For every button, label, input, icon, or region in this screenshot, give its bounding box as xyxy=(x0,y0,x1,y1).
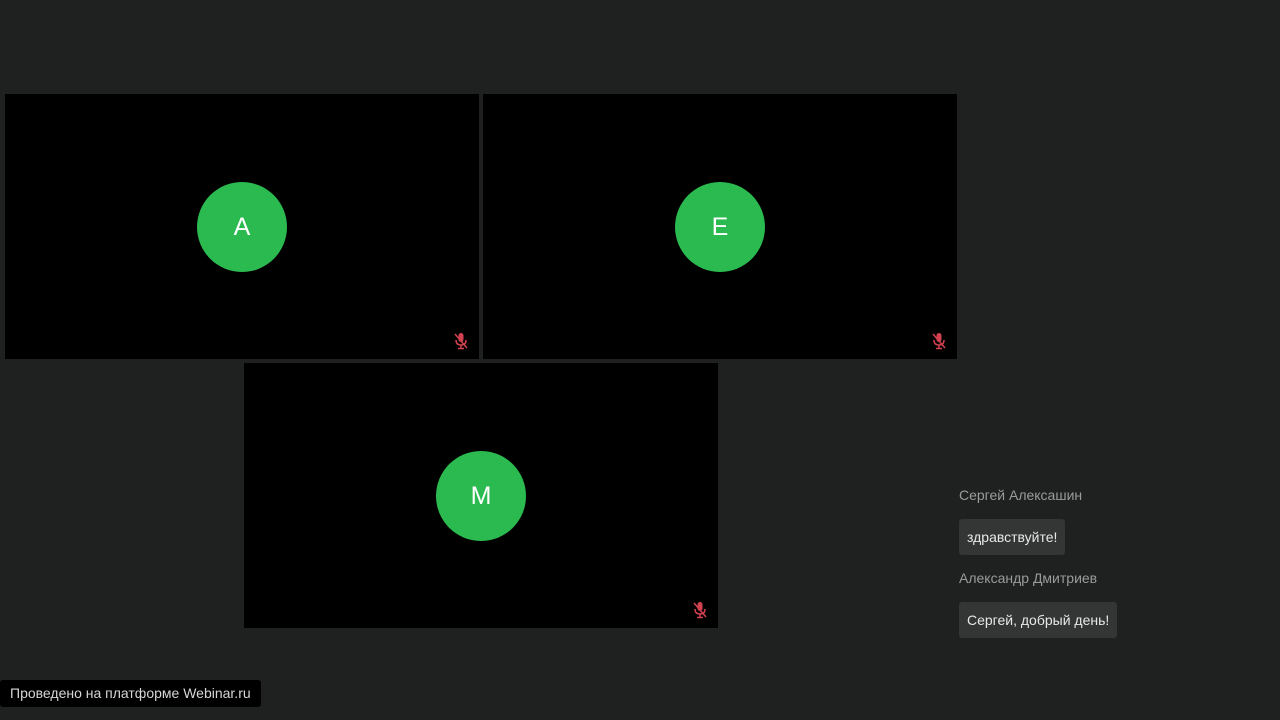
chat-author: Сергей Алексашин xyxy=(959,487,1083,503)
participant-avatar: Е xyxy=(675,181,765,272)
muted-mic-icon xyxy=(453,332,469,350)
participant-video-tile[interactable]: Е xyxy=(483,94,957,359)
chat-bubble: здравствуйте! xyxy=(959,519,1066,555)
chat-panel: Сергей Алексашин здравствуйте! Александр… xyxy=(959,486,1259,652)
chat-message: Александр Дмитриев Сергей, добрый день! xyxy=(959,569,1259,638)
chat-author: Александр Дмитриев xyxy=(959,570,1098,586)
participant-video-tile[interactable]: А xyxy=(5,94,479,359)
muted-mic-icon xyxy=(692,601,708,619)
platform-badge[interactable]: Проведено на платформе Webinar.ru xyxy=(0,680,261,707)
chat-message: Сергей Алексашин здравствуйте! xyxy=(959,486,1259,555)
webinar-stage: А Е М Сергей Алексашин здравствуйте! Але… xyxy=(0,0,1280,720)
participant-video-tile[interactable]: М xyxy=(244,363,718,628)
muted-mic-icon xyxy=(931,332,947,350)
chat-bubble: Сергей, добрый день! xyxy=(959,602,1118,638)
participant-avatar: А xyxy=(197,181,287,272)
participant-avatar: М xyxy=(436,450,526,541)
